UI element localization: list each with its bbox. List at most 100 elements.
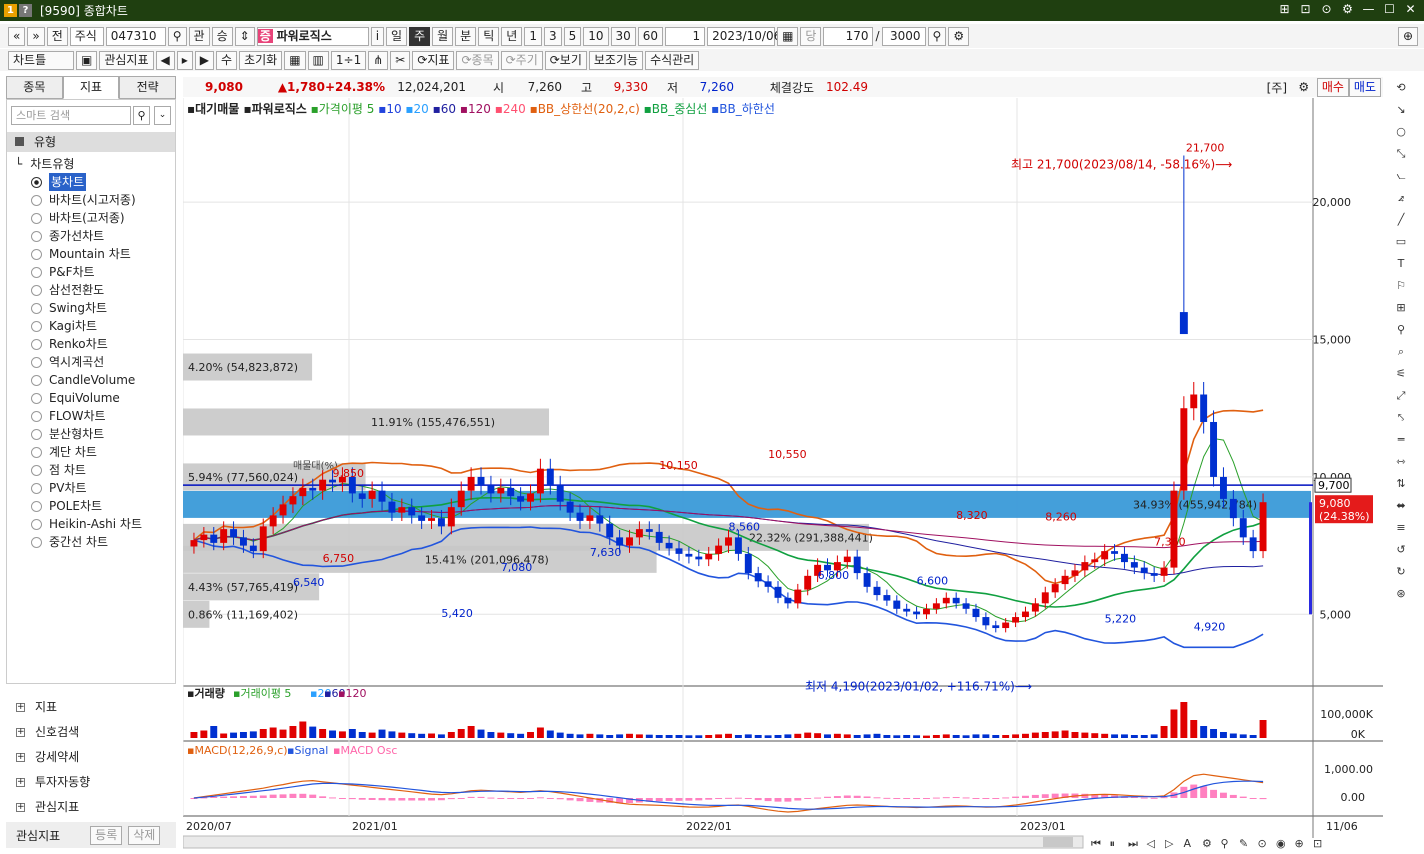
scrollbar-thumb[interactable] bbox=[1043, 837, 1073, 847]
count-input[interactable]: 170 bbox=[823, 26, 874, 46]
maximize-icon[interactable]: ☐ bbox=[1382, 2, 1397, 17]
unit-select[interactable]: 1 bbox=[665, 26, 706, 46]
draw-tool-icon[interactable]: ↘ bbox=[1389, 99, 1413, 121]
scroll-control-icon[interactable]: ⚲ bbox=[1221, 837, 1229, 850]
stock-code-input[interactable]: 047310 bbox=[105, 26, 166, 46]
prev-stock-button[interactable]: « bbox=[8, 26, 26, 46]
radio-icon[interactable] bbox=[31, 176, 42, 188]
fav-add-button[interactable]: 등록 bbox=[90, 825, 123, 845]
cycle-sync-button[interactable]: ⟳주기 bbox=[500, 50, 543, 70]
buy-button[interactable]: 매수 bbox=[1316, 77, 1349, 97]
radio-icon[interactable] bbox=[31, 410, 42, 422]
chart-type-item[interactable]: 계단 차트 bbox=[31, 443, 142, 461]
radio-icon[interactable] bbox=[31, 392, 42, 404]
radio-icon[interactable] bbox=[31, 248, 42, 260]
capture-icon[interactable]: ⊙ bbox=[1319, 2, 1334, 17]
chart-type-item[interactable]: CandleVolume bbox=[31, 371, 142, 389]
radio-icon[interactable] bbox=[31, 266, 42, 278]
draw-tool-icon[interactable]: ⦨ bbox=[1389, 187, 1413, 209]
formula-manage-button[interactable]: 수식관리 bbox=[645, 50, 700, 70]
radio-icon[interactable] bbox=[31, 464, 42, 476]
indicator-sync-button[interactable]: ⟳지표 bbox=[412, 50, 455, 70]
fav-indicator-button[interactable]: 관심지표 bbox=[99, 50, 154, 70]
chart-type-item[interactable]: 바차트(고저종) bbox=[31, 209, 142, 227]
draw-tool-icon[interactable]: ⚐ bbox=[1389, 275, 1413, 297]
market-select[interactable]: 주식 bbox=[69, 26, 104, 46]
chart-type-item[interactable]: 종가선차트 bbox=[31, 227, 142, 245]
chart-type-item[interactable]: 점 차트 bbox=[31, 461, 142, 479]
stock-name-field[interactable]: 증 파워로직스 bbox=[256, 26, 369, 46]
chart-area[interactable]: 5,00010,00015,00020,0002020/07 2021/01 202… bbox=[183, 98, 1383, 850]
radio-icon[interactable] bbox=[31, 356, 42, 368]
scroll-control-icon[interactable]: ◉ bbox=[1276, 837, 1286, 850]
period-year[interactable]: 년 bbox=[501, 26, 523, 46]
ratio-icon[interactable]: 1÷1 bbox=[330, 50, 367, 70]
chart-type-item[interactable]: 봉차트 bbox=[31, 173, 142, 191]
scroll-control-icon[interactable]: ▷ bbox=[1165, 837, 1174, 850]
interval-60[interactable]: 60 bbox=[637, 26, 664, 46]
scroll-control-icon[interactable]: A bbox=[1184, 837, 1192, 850]
draw-tool-icon[interactable]: ⚲ bbox=[1389, 319, 1413, 341]
fav-delete-button[interactable]: 삭제 bbox=[128, 825, 161, 845]
scroll-control-icon[interactable]: ⏮ bbox=[1091, 837, 1101, 850]
draw-tool-icon[interactable]: ═ bbox=[1389, 429, 1413, 451]
interval-3[interactable]: 3 bbox=[543, 26, 562, 46]
draw-tool-icon[interactable]: ⦦ bbox=[1389, 165, 1413, 187]
radio-icon[interactable] bbox=[31, 212, 42, 224]
interval-1[interactable]: 1 bbox=[524, 26, 542, 46]
period-minute[interactable]: 분 bbox=[455, 26, 477, 46]
interval-30[interactable]: 30 bbox=[610, 26, 636, 46]
chart-type-item[interactable]: 역시계곡선 bbox=[31, 353, 142, 371]
period-month[interactable]: 월 bbox=[432, 26, 454, 46]
scroll-left-icon[interactable]: ◀ bbox=[155, 50, 175, 70]
menu-item[interactable]: + 지표 bbox=[6, 696, 176, 721]
draw-tool-icon[interactable]: ⊞ bbox=[1389, 297, 1413, 319]
draw-tool-icon[interactable]: ↺ bbox=[1389, 539, 1413, 561]
interval-5[interactable]: 5 bbox=[563, 26, 582, 46]
seung-button[interactable]: 승 bbox=[211, 26, 233, 46]
gear-icon[interactable]: ⚙ bbox=[1340, 2, 1355, 17]
draw-tool-icon[interactable]: ⟲ bbox=[1389, 77, 1413, 99]
close-icon[interactable]: ✕ bbox=[1403, 2, 1418, 17]
chart-type-item[interactable]: P&F차트 bbox=[31, 263, 142, 281]
view-sync-button[interactable]: ⟳보기 bbox=[544, 50, 587, 70]
draw-tool-icon[interactable]: ⤣ bbox=[1389, 407, 1413, 429]
tab-strategy[interactable]: 전략 bbox=[119, 76, 177, 99]
frame-icon[interactable]: ⊡ bbox=[1298, 2, 1313, 17]
scroll-control-icon[interactable]: ◁ bbox=[1147, 837, 1156, 850]
chart-frame-button[interactable]: 차트틀 bbox=[8, 50, 74, 70]
item-sync-button[interactable]: ⟳종목 bbox=[456, 50, 499, 70]
scroll-control-icon[interactable]: ⚙ bbox=[1202, 837, 1212, 850]
scroll-mid-icon[interactable]: ▸ bbox=[176, 50, 193, 70]
draw-tool-icon[interactable]: ↻ bbox=[1389, 561, 1413, 583]
period-week[interactable]: 주 bbox=[409, 26, 431, 46]
chart-type-item[interactable]: 삼선전환도 bbox=[31, 281, 142, 299]
period-day[interactable]: 일 bbox=[386, 26, 408, 46]
radio-icon[interactable] bbox=[31, 194, 42, 206]
scroll-control-icon[interactable]: ⊕ bbox=[1295, 837, 1304, 850]
scroll-control-icon[interactable]: ⏸ bbox=[1110, 837, 1116, 850]
scroll-right-icon[interactable]: ▶ bbox=[194, 50, 215, 70]
gear-icon[interactable]: ⚙ bbox=[1295, 80, 1313, 94]
chart-type-item[interactable]: Renko차트 bbox=[31, 335, 142, 353]
chart-type-item[interactable]: PV차트 bbox=[31, 479, 142, 497]
menu-item[interactable]: + 투자자동향 bbox=[6, 771, 176, 796]
pin-icon[interactable]: ⊕ bbox=[1397, 26, 1418, 46]
cut-icon[interactable]: ✂ bbox=[390, 50, 411, 70]
draw-tool-icon[interactable]: ○ bbox=[1389, 121, 1413, 143]
draw-tool-icon[interactable]: ≡ bbox=[1389, 517, 1413, 539]
horizontal-scrollbar[interactable] bbox=[183, 835, 1084, 849]
draw-tool-icon[interactable]: ⊛ bbox=[1389, 583, 1413, 605]
reset-button[interactable]: 초기화 bbox=[239, 50, 283, 70]
radio-icon[interactable] bbox=[31, 374, 42, 386]
group-header[interactable]: 유형 bbox=[7, 132, 175, 152]
tab-indicator[interactable]: 지표 bbox=[62, 76, 120, 99]
menu-item[interactable]: + 신호검색 bbox=[6, 721, 176, 746]
chart-type-item[interactable]: 분산형차트 bbox=[31, 425, 142, 443]
prev-history-button[interactable]: 전 bbox=[46, 26, 68, 46]
menu-item[interactable]: + 관심지표 bbox=[6, 796, 176, 821]
draw-tool-icon[interactable]: ╱ bbox=[1389, 209, 1413, 231]
draw-tool-icon[interactable]: ⤢ bbox=[1389, 385, 1413, 407]
layout-icon[interactable]: ⊞ bbox=[1277, 2, 1292, 17]
radio-icon[interactable] bbox=[31, 500, 42, 512]
